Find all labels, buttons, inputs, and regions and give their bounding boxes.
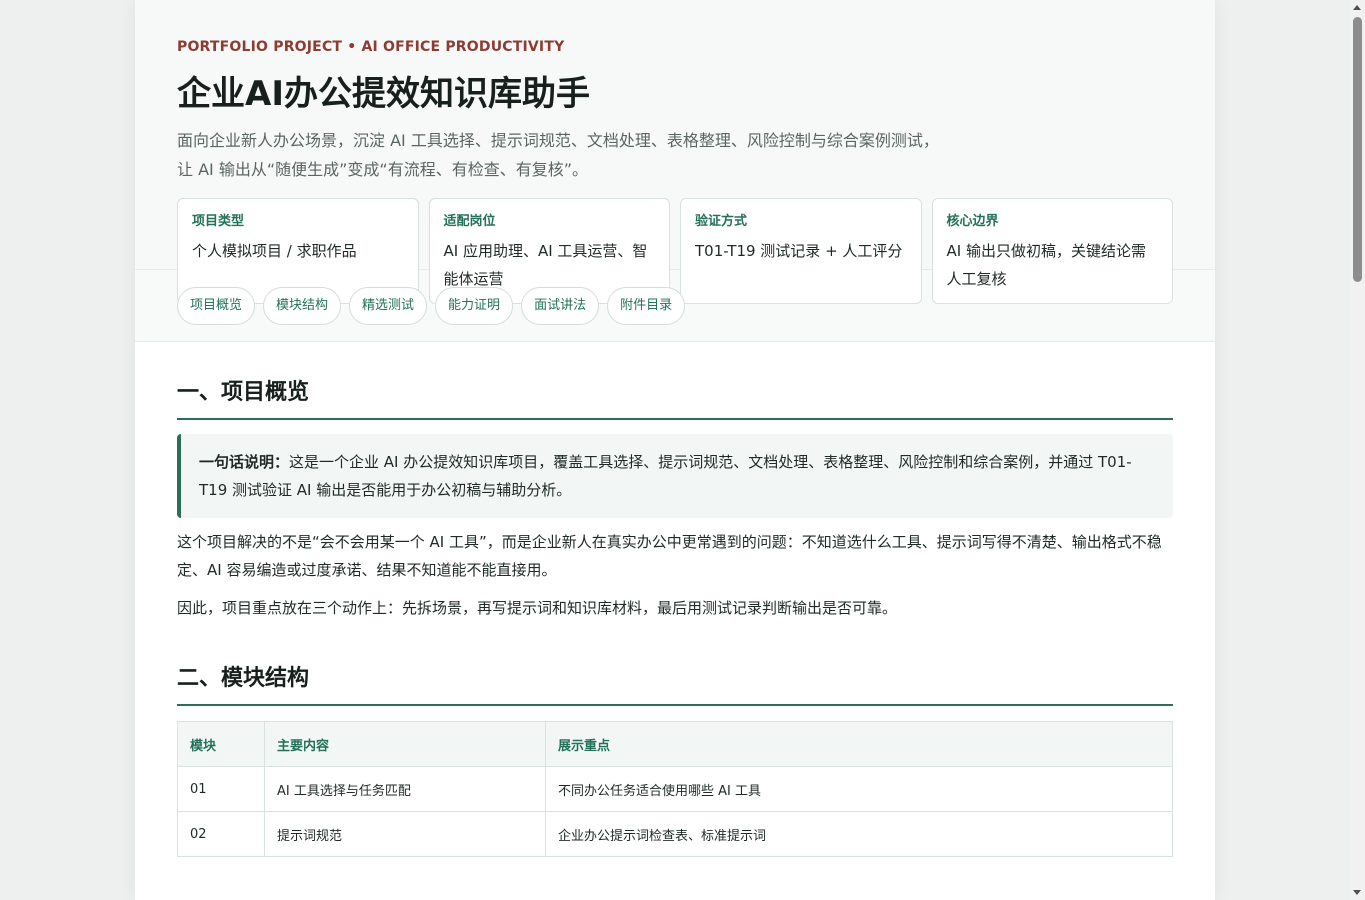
nav-item-modules[interactable]: 模块结构: [263, 286, 342, 325]
nav-item-overview[interactable]: 项目概览: [177, 286, 256, 325]
main-content: 一、项目概览 一句话说明：这是一个企业 AI 办公提效知识库项目，覆盖工具选择、…: [135, 342, 1215, 857]
table-cell: 企业办公提示词检查表、标准提示词: [545, 811, 1173, 857]
scroll-down-arrow-icon[interactable]: [1353, 890, 1361, 895]
card-text: 个人模拟项目 / 求职作品: [192, 242, 357, 260]
eyebrow-label: PORTFOLIO PROJECT • AI OFFICE PRODUCTIVI…: [177, 39, 565, 55]
callout-text: 这是一个企业 AI 办公提效知识库项目，覆盖工具选择、提示词规范、文档处理、表格…: [199, 453, 1132, 499]
card-text: T01-T19 测试记录 + 人工评分: [695, 242, 903, 260]
table-cell: 01: [177, 766, 265, 812]
nav-item-capability[interactable]: 能力证明: [435, 286, 514, 325]
subtitle-line-1: 面向企业新人办公场景，沉淀 AI 工具选择、提示词规范、文档处理、表格整理、风险…: [177, 131, 939, 150]
page-subtitle: 面向企业新人办公场景，沉淀 AI 工具选择、提示词规范、文档处理、表格整理、风险…: [177, 126, 997, 184]
table-header-row: 模块 主要内容 展示重点: [177, 721, 1173, 767]
table-cell: 02: [177, 811, 265, 857]
card-label: 项目类型: [192, 214, 245, 229]
card-label: 验证方式: [695, 214, 748, 229]
overview-paragraph-2: 因此，项目重点放在三个动作上：先拆场景，再写提示词和知识库材料，最后用测试记录判…: [177, 599, 898, 617]
card-text: AI 输出只做初稿，关键结论需人工复核: [946, 242, 1146, 288]
table-row: 02 提示词规范 企业办公提示词检查表、标准提示词: [177, 811, 1173, 857]
table-cell: 不同办公任务适合使用哪些 AI 工具: [545, 766, 1173, 812]
card-label: 核心边界: [946, 214, 999, 229]
nav-item-interview[interactable]: 面试讲法: [521, 286, 600, 325]
scroll-up-arrow-icon[interactable]: [1353, 5, 1361, 10]
callout-label: 一句话说明：: [199, 453, 290, 471]
card-validation: 验证方式 T01-T19 测试记录 + 人工评分: [680, 198, 922, 304]
page-title: 企业AI办公提效知识库助手: [177, 74, 590, 114]
section-heading-modules: 二、模块结构: [177, 664, 1173, 706]
table-cell: 提示词规范: [264, 811, 546, 857]
column-header-content: 主要内容: [264, 721, 546, 767]
scrollbar-thumb[interactable]: [1353, 17, 1362, 282]
column-header-module: 模块: [177, 721, 265, 767]
overview-paragraph-1: 这个项目解决的不是“会不会用某一个 AI 工具”，而是企业新人在真实办公中更常遇…: [177, 533, 1162, 579]
subtitle-line-2: 让 AI 输出从“随便生成”变成“有流程、有检查、有复核”。: [177, 160, 588, 179]
vertical-scrollbar[interactable]: [1350, 0, 1365, 900]
nav-item-selected-tests[interactable]: 精选测试: [349, 286, 428, 325]
section-heading-overview: 一、项目概览: [177, 378, 1173, 420]
summary-callout: 一句话说明：这是一个企业 AI 办公提效知识库项目，覆盖工具选择、提示词规范、文…: [177, 434, 1173, 518]
hero-section: PORTFOLIO PROJECT • AI OFFICE PRODUCTIVI…: [135, 0, 1215, 304]
document-page: PORTFOLIO PROJECT • AI OFFICE PRODUCTIVI…: [135, 0, 1215, 900]
modules-table: 模块 主要内容 展示重点 01 AI 工具选择与任务匹配 不同办公任务适合使用哪…: [177, 721, 1173, 857]
table-cell: AI 工具选择与任务匹配: [264, 766, 546, 812]
card-label: 适配岗位: [443, 214, 496, 229]
card-core-boundary: 核心边界 AI 输出只做初稿，关键结论需人工复核: [931, 198, 1173, 304]
card-text: AI 应用助理、AI 工具运营、智能体运营: [443, 242, 648, 288]
column-header-focus: 展示重点: [545, 721, 1173, 767]
nav-item-attachments[interactable]: 附件目录: [607, 286, 686, 325]
table-row: 01 AI 工具选择与任务匹配 不同办公任务适合使用哪些 AI 工具: [177, 766, 1173, 812]
